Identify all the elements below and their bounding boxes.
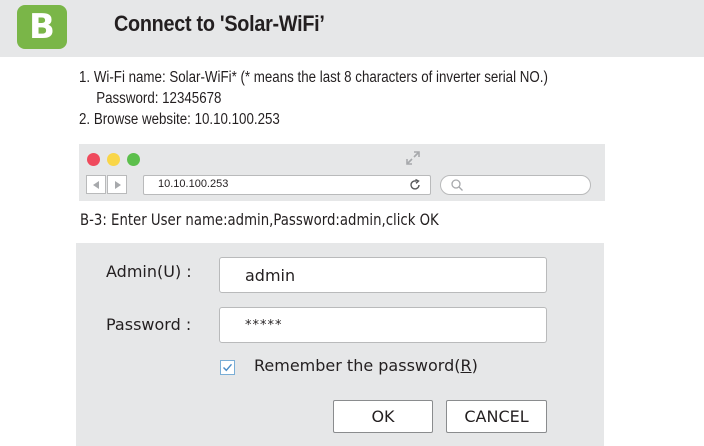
address-text: 10.10.100.253 (158, 178, 229, 190)
back-arrow-icon[interactable] (86, 175, 106, 194)
password-input[interactable] (219, 307, 547, 343)
username-label: Admin(U) : (106, 262, 192, 281)
instruction-password: Password: 12345678 (96, 90, 222, 107)
minimize-window-icon[interactable] (107, 153, 120, 166)
address-bar[interactable]: 10.10.100.253 (143, 175, 431, 195)
reload-icon[interactable] (408, 178, 422, 192)
checkmark-icon (223, 363, 233, 372)
instruction-wifi-name: 1. Wi-Fi name: Solar-WiFi* (* means the … (79, 69, 548, 86)
remember-paren-close: ) (471, 356, 478, 375)
step-caption: B-3: Enter User name:admin,Password:admi… (80, 210, 439, 229)
login-dialog: Admin(U) : Password : Remember the passw… (76, 243, 604, 446)
header-band (0, 0, 704, 57)
zoom-window-icon[interactable] (127, 153, 140, 166)
ok-button[interactable]: OK (333, 400, 433, 433)
search-icon (451, 179, 463, 191)
section-title: Connect to 'Solar-WiFi’ (114, 11, 325, 36)
expand-icon[interactable] (405, 150, 421, 166)
remember-password-checkbox[interactable] (220, 360, 235, 375)
instructions: 1. Wi-Fi name: Solar-WiFi* (* means the … (79, 67, 621, 130)
remember-text: Remember the password (254, 356, 455, 375)
remember-accelerator-key: R (460, 356, 472, 375)
forward-arrow-icon[interactable] (107, 175, 127, 194)
search-box[interactable] (440, 175, 591, 195)
cancel-button[interactable]: CANCEL (446, 400, 547, 433)
instruction-browse: 2. Browse website: 10.10.100.253 (79, 111, 280, 128)
password-label: Password : (106, 315, 192, 334)
section-badge: B (17, 5, 67, 49)
remember-password-label[interactable]: Remember the password(R) (254, 356, 478, 375)
close-window-icon[interactable] (87, 153, 100, 166)
username-input[interactable] (219, 257, 547, 293)
browser-mock: 10.10.100.253 (79, 144, 605, 201)
